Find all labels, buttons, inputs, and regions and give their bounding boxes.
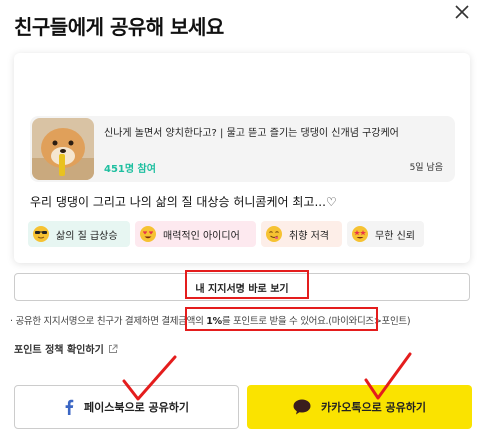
days-left: 5일 남음: [409, 163, 443, 173]
support-signature-card: 신나게 놀면서 양치한다고? | 물고 뜯고 즐기는 댕댕이 신개념 구강케어 …: [14, 53, 470, 263]
chip-label: 삶의 질 급상승: [56, 230, 118, 242]
kakaotalk-share-button[interactable]: 카카오톡으로 공유하기: [247, 385, 472, 429]
annotation-box-my-support: [185, 270, 309, 299]
project-thumbnail: [32, 118, 94, 180]
chip-label: 취향 저격: [289, 230, 329, 242]
yum-emoji-icon: [266, 226, 282, 242]
support-comment: 우리 댕댕이 그리고 나의 삶의 질 대상승 허니콤케어 최고...♡: [30, 195, 337, 209]
participant-count: 451명 참여: [104, 164, 156, 175]
sunglasses-emoji-icon: [33, 226, 49, 242]
facebook-icon: [64, 399, 74, 415]
annotation-box-point-notice: [185, 307, 378, 331]
facebook-share-button[interactable]: 페이스북으로 공유하기: [14, 385, 239, 429]
chip-label: 매력적인 아이디어: [163, 230, 240, 242]
chip-taste-target[interactable]: 취향 저격: [261, 221, 342, 247]
chip-attractive-idea[interactable]: 매력적인 아이디어: [135, 221, 256, 247]
chip-label: 무한 신뢰: [375, 230, 415, 242]
point-policy-label: 포인트 정책 확인하기: [14, 345, 104, 356]
chip-quality-of-life[interactable]: 삶의 질 급상승: [28, 221, 130, 247]
project-title: 신나게 놀면서 양치한다고? | 물고 뜯고 즐기는 댕댕이 신개념 구강케어: [104, 128, 399, 139]
chip-infinite-trust[interactable]: 무한 신뢰: [347, 221, 424, 247]
kakaotalk-icon: [293, 399, 311, 415]
project-summary[interactable]: 신나게 놀면서 양치한다고? | 물고 뜯고 즐기는 댕댕이 신개념 구강케어 …: [30, 116, 455, 182]
notice-prefix: · 공유한 지지서명으로 친구가 결제하면: [10, 316, 162, 327]
point-policy-link[interactable]: 포인트 정책 확인하기: [14, 341, 118, 356]
dialog-title: 친구들에게 공유해 보세요: [14, 15, 224, 39]
external-link-icon: [108, 344, 118, 353]
facebook-share-label: 페이스북으로 공유하기: [83, 401, 190, 414]
kakaotalk-share-label: 카카오톡으로 공유하기: [320, 401, 427, 414]
close-icon[interactable]: [452, 2, 472, 22]
heart-eyes-emoji-icon: [140, 226, 156, 242]
star-eyes-emoji-icon: [352, 226, 368, 242]
